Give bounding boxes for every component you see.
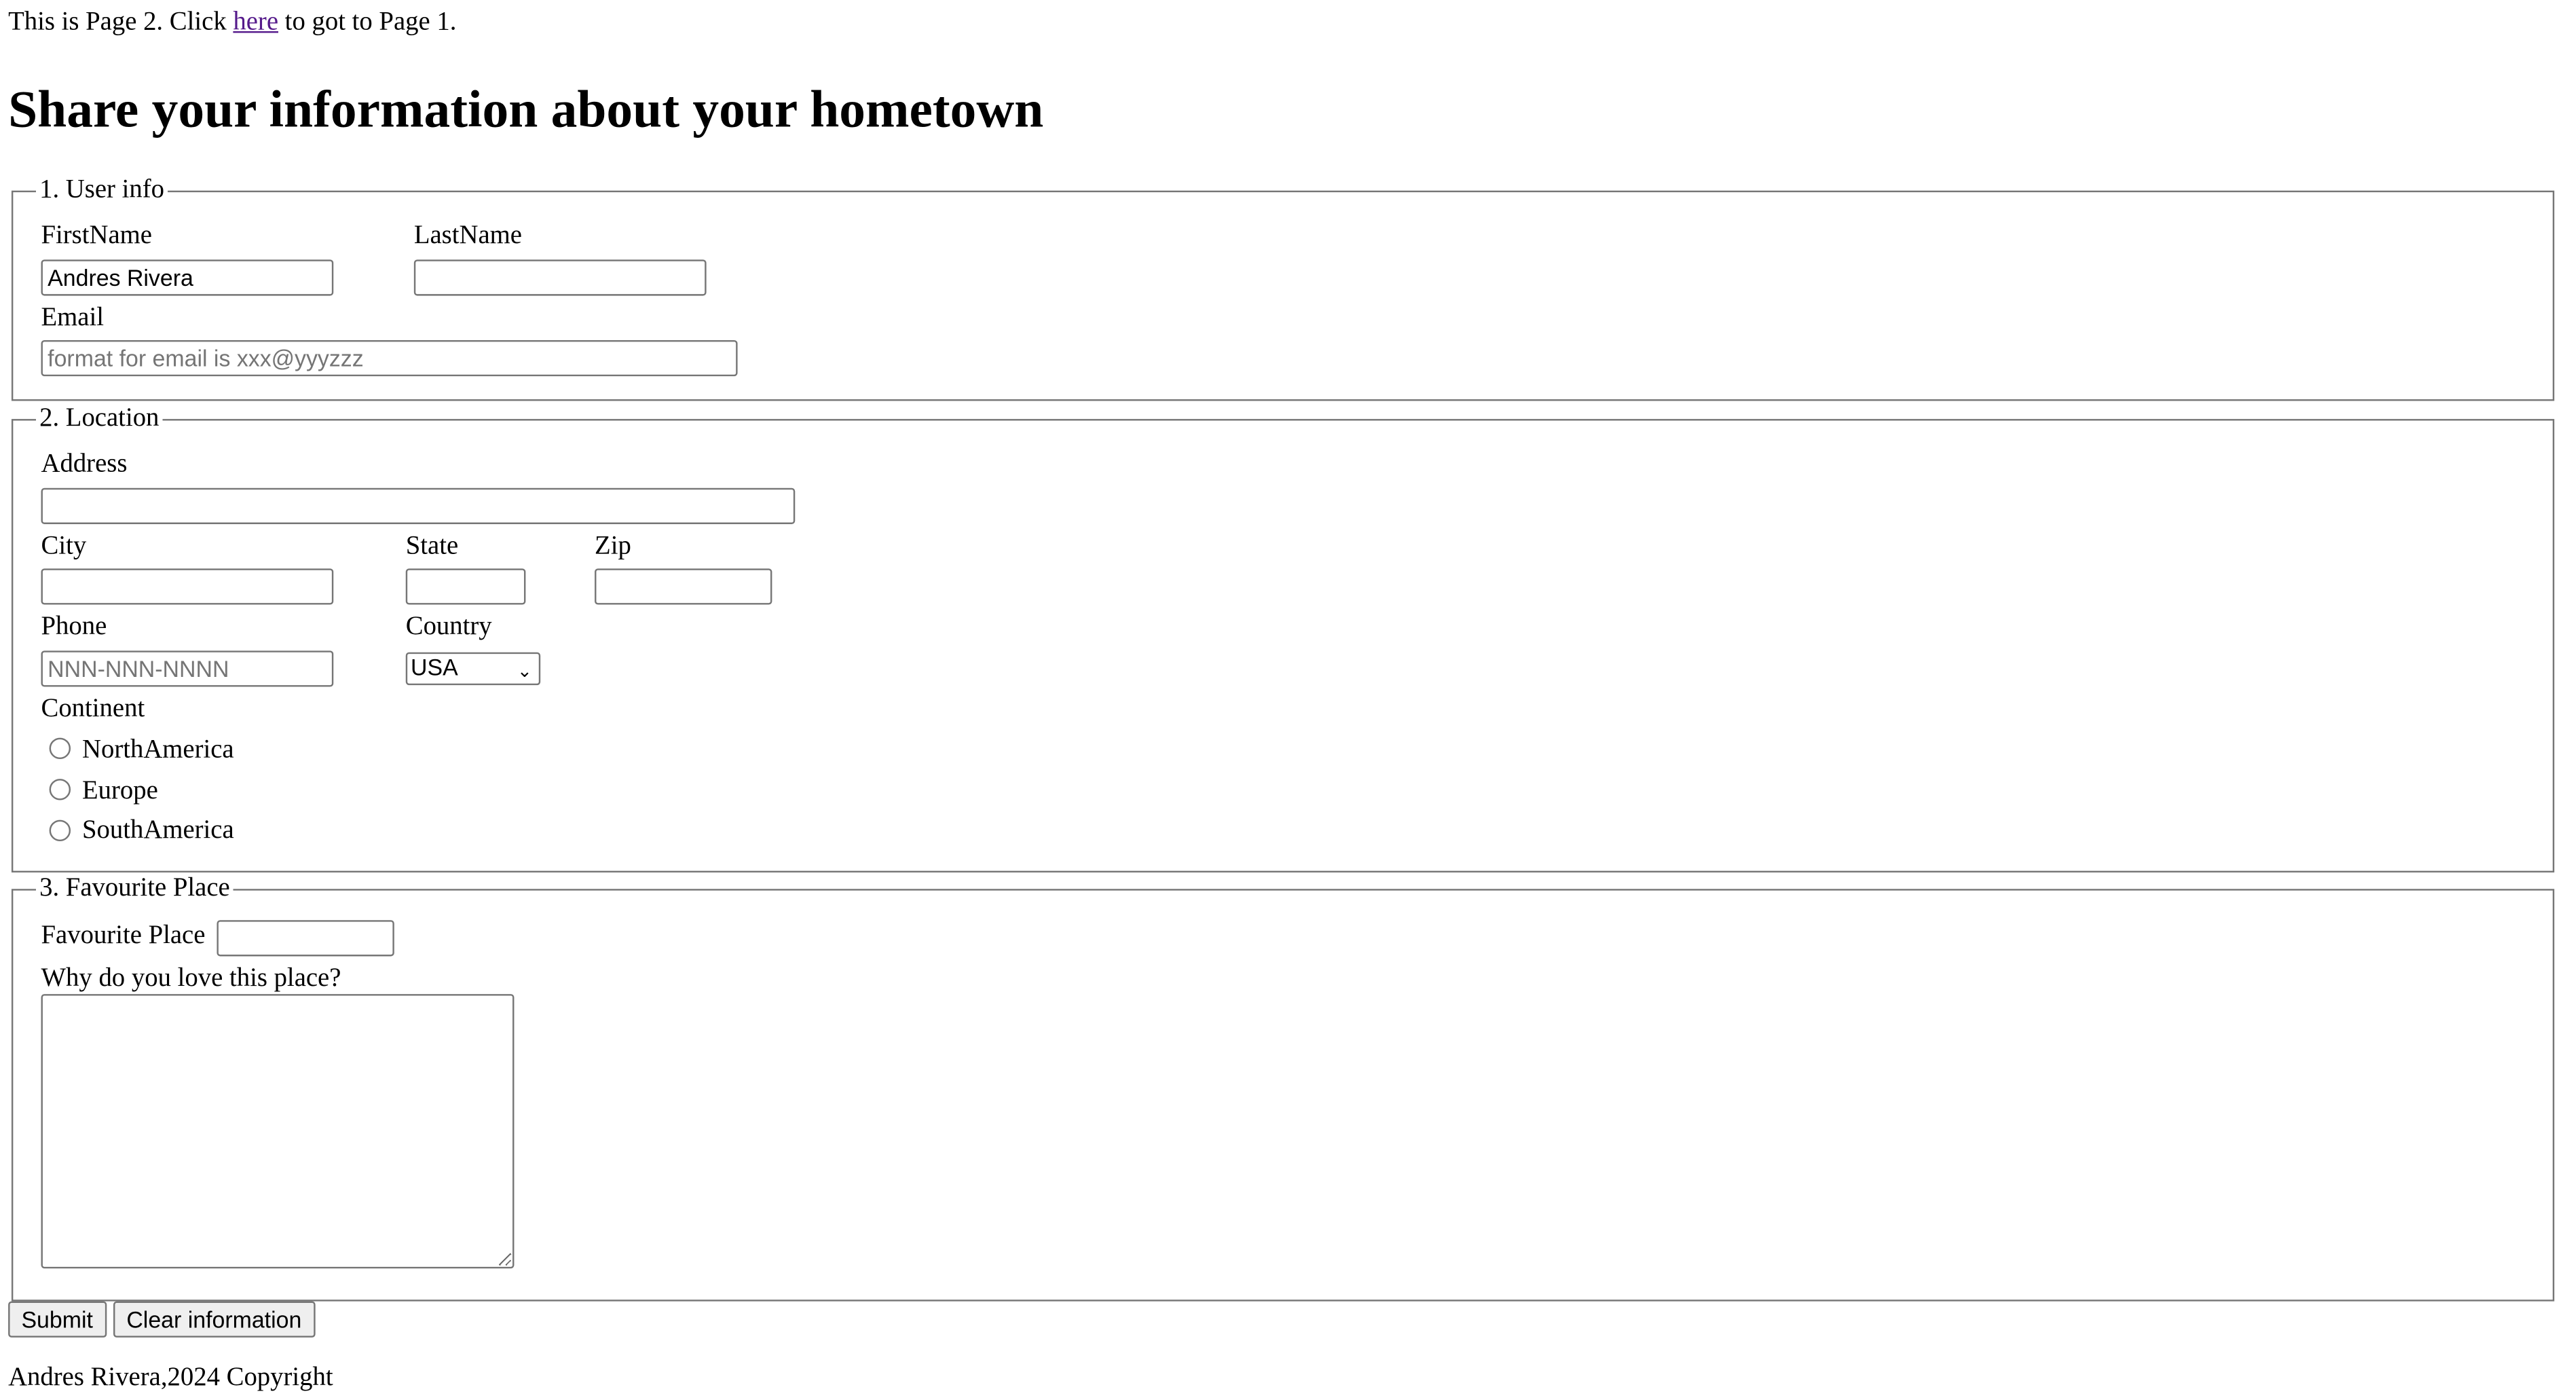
favourite-place-input[interactable] [217,920,394,957]
state-label: State [405,532,459,561]
page-nav-text: This is Page 2. Click here to got to Pag… [8,7,456,39]
nav-text-after: to got to Page 1. [278,8,457,37]
nav-text-before: This is Page 2. Click [8,8,234,37]
address-input[interactable] [41,487,796,524]
phone-input[interactable] [41,650,334,687]
address-label: Address [41,450,128,479]
country-selected-value: USA [411,654,458,680]
footer-copyright: Andres Rivera,2024 Copyright [8,1363,333,1392]
country-label: Country [405,612,492,641]
submit-button[interactable]: Submit [8,1301,107,1338]
clear-button[interactable]: Clear information [113,1301,315,1338]
page-title: Share your information about your hometo… [8,79,1044,139]
last-name-label: LastName [413,221,522,250]
location-legend: 2. Location [39,404,160,432]
state-input[interactable] [405,568,526,605]
continent-label: Continent [41,695,145,723]
user-info-legend: 1. User info [39,175,164,204]
first-name-label: FirstName [41,221,152,250]
country-select[interactable]: USA ⌄ [405,652,541,686]
radio-northamerica[interactable] [49,737,71,760]
chevron-down-icon: ⌄ [517,662,533,682]
radio-label-europe: Europe [82,777,158,805]
favourite-legend: 3. Favourite Place [39,874,230,902]
zip-input[interactable] [595,568,772,605]
radio-southamerica[interactable] [49,819,71,842]
radio-label-southamerica: SouthAmerica [82,816,234,845]
favourite-place-label: Favourite Place [41,921,206,950]
radio-europe[interactable] [49,779,71,800]
zip-label: Zip [595,532,631,561]
email-input[interactable] [41,339,738,377]
why-love-textarea[interactable] [41,994,515,1269]
location-fieldset: 2. Location [11,404,2555,873]
page1-link[interactable]: here [233,8,278,36]
email-label: Email [41,303,104,332]
radio-label-northamerica: NorthAmerica [82,736,234,765]
city-label: City [41,532,87,561]
city-input[interactable] [41,568,334,605]
phone-label: Phone [41,612,107,641]
last-name-input[interactable] [413,259,707,296]
why-love-label: Why do you love this place? [41,964,341,993]
first-name-input[interactable] [41,259,334,296]
